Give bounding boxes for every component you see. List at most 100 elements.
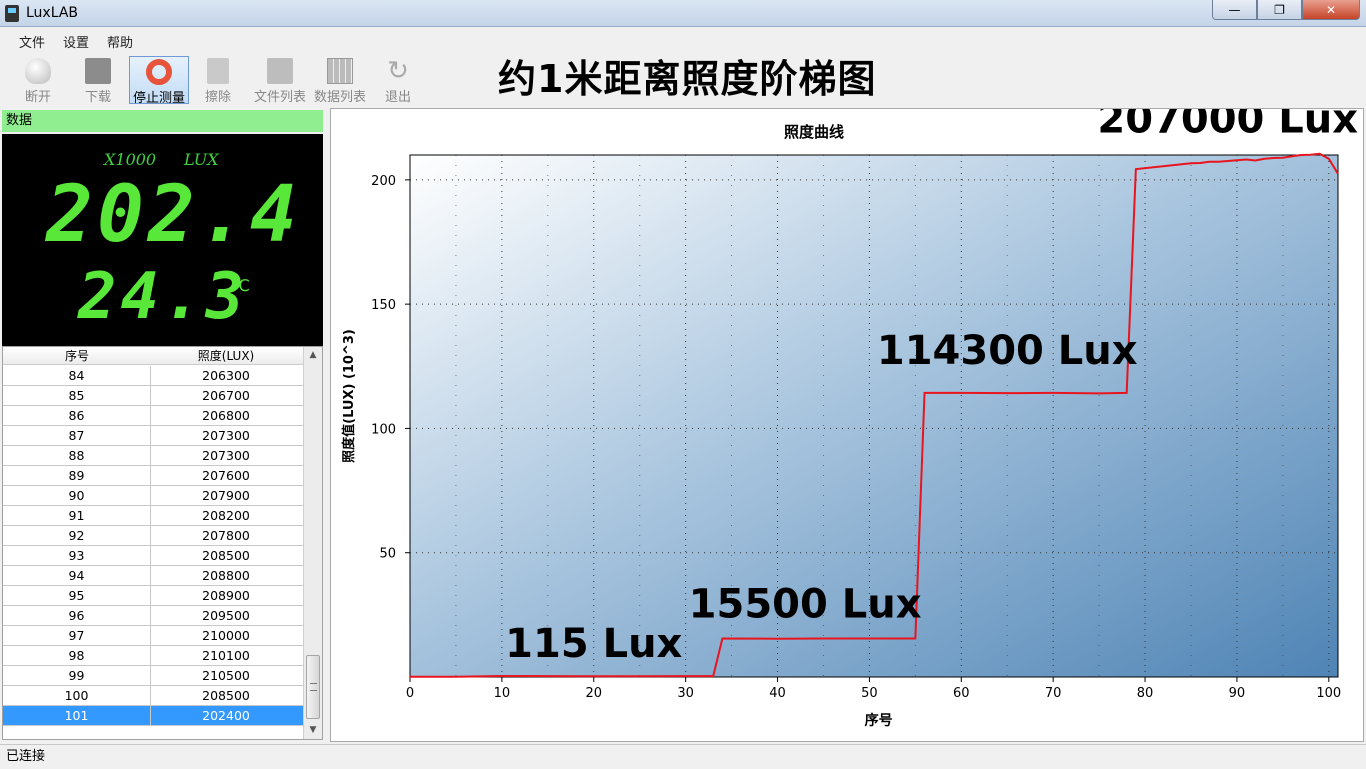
erase-label: 擦除 xyxy=(204,90,231,105)
lux-cell: 206700 xyxy=(202,388,250,403)
window-controls: — ❐ ✕ xyxy=(1212,0,1360,20)
table-row[interactable]: 98 210100 xyxy=(3,646,303,666)
data-list-button[interactable]: 数据列表 xyxy=(310,56,370,105)
lcd-unit: LUX xyxy=(184,150,219,169)
x-tick-label: 30 xyxy=(677,686,694,701)
table-row[interactable]: 101 202400 xyxy=(3,706,303,726)
table-row[interactable]: 91 208200 xyxy=(3,506,303,526)
lux-cell: 210500 xyxy=(202,668,250,683)
y-tick-label: 50 xyxy=(379,547,396,562)
lux-cell: 210000 xyxy=(202,628,250,643)
table-row[interactable]: 86 206800 xyxy=(3,406,303,426)
table-row[interactable]: 85 206700 xyxy=(3,386,303,406)
step-annotation: 15500 Lux xyxy=(689,581,922,627)
erase-button[interactable]: 擦除 xyxy=(188,56,248,105)
scroll-down-icon[interactable]: ▼ xyxy=(304,722,322,739)
chart-panel: 0 10 20 30 40 50 60 70 80 90 100 50 100 150 200 照度曲线 序… xyxy=(330,97,1364,742)
spreadsheet-icon xyxy=(327,58,353,84)
menu-help[interactable]: 帮助 xyxy=(98,32,142,51)
lux-cell: 207900 xyxy=(202,488,250,503)
disconnect-button[interactable]: 断开 xyxy=(8,56,68,105)
exit-button[interactable]: ↻ 退出 xyxy=(370,56,426,105)
step-annotation: 207000 Lux xyxy=(1097,109,1358,143)
table-row[interactable]: 97 210000 xyxy=(3,626,303,646)
lux-cell: 206800 xyxy=(202,408,250,423)
x-tick-label: 70 xyxy=(1045,686,1062,701)
table-row[interactable]: 89 207600 xyxy=(3,466,303,486)
data-panel-header: 数据 xyxy=(2,110,323,132)
lifebuoy-icon xyxy=(146,59,172,85)
index-cell: 96 xyxy=(3,606,151,625)
trash-icon xyxy=(207,58,229,84)
data-table[interactable]: 序号 照度(LUX) 84 206300 85 206700 86 206800 87 207… xyxy=(2,346,323,740)
column-header-lux[interactable]: 照度(LUX) xyxy=(151,347,301,364)
table-row[interactable]: 99 210500 xyxy=(3,666,303,686)
left-panel: 数据 X1000 LUX 202.4 24.3 ℃ 序号 照度(LUX) 84 2… xyxy=(0,108,327,742)
table-row[interactable]: 92 207800 xyxy=(3,526,303,546)
menu-file[interactable]: 文件 xyxy=(10,32,54,51)
menu-settings[interactable]: 设置 xyxy=(54,32,98,51)
lux-reading: 202.4 xyxy=(46,170,301,260)
table-row[interactable]: 93 208500 xyxy=(3,546,303,566)
table-row[interactable]: 88 207300 xyxy=(3,446,303,466)
column-header-index[interactable]: 序号 xyxy=(3,347,151,364)
index-cell: 88 xyxy=(3,446,151,465)
lcd-multiplier: X1000 xyxy=(104,150,157,169)
lux-cell: 208500 xyxy=(202,688,250,703)
file-list-button[interactable]: 文件列表 xyxy=(250,56,310,105)
stop-measure-button[interactable]: 停止测量 xyxy=(129,56,189,106)
table-row[interactable]: 100 208500 xyxy=(3,686,303,706)
index-cell: 90 xyxy=(3,486,151,505)
table-row[interactable]: 84 206300 xyxy=(3,366,303,386)
y-axis-label: 照度值(LUX) (10^3) xyxy=(341,329,357,463)
grip-icon xyxy=(310,683,317,691)
index-cell: 92 xyxy=(3,526,151,545)
scroll-thumb[interactable] xyxy=(306,655,320,719)
step-annotation: 115 Lux xyxy=(505,621,682,667)
index-cell: 86 xyxy=(3,406,151,425)
scroll-up-icon[interactable]: ▲ xyxy=(304,347,322,364)
index-cell: 87 xyxy=(3,426,151,445)
page-heading: 约1米距离照度阶梯图 xyxy=(498,57,877,101)
table-row[interactable]: 87 207300 xyxy=(3,426,303,446)
lux-cell: 208900 xyxy=(202,588,250,603)
x-tick-label: 50 xyxy=(861,686,878,701)
x-tick-label: 60 xyxy=(953,686,970,701)
lux-cell: 208800 xyxy=(202,568,250,583)
toolbar: 断开 下载 停止测量 擦除 文件列表 数据列表 ↻ 退出 约1米距离照度阶梯图 xyxy=(0,54,1366,106)
index-cell: 101 xyxy=(3,706,151,725)
lux-cell: 210100 xyxy=(202,648,250,663)
lux-cell: 207800 xyxy=(202,528,250,543)
table-scrollbar[interactable]: ▲ ▼ xyxy=(303,347,322,739)
minimize-button[interactable]: — xyxy=(1212,0,1257,20)
lux-cell: 209500 xyxy=(202,608,250,623)
index-cell: 99 xyxy=(3,666,151,685)
temperature-unit: ℃ xyxy=(232,276,250,295)
y-tick-label: 150 xyxy=(371,298,396,313)
x-tick-label: 90 xyxy=(1229,686,1246,701)
lux-cell: 208500 xyxy=(202,548,250,563)
close-button[interactable]: ✕ xyxy=(1302,0,1360,20)
table-row[interactable]: 94 208800 xyxy=(3,566,303,586)
x-tick-label: 40 xyxy=(769,686,786,701)
index-cell: 95 xyxy=(3,586,151,605)
file-list-label: 文件列表 xyxy=(253,90,306,105)
index-cell: 89 xyxy=(3,466,151,485)
stop-measure-label: 停止测量 xyxy=(132,91,185,106)
table-row[interactable]: 96 209500 xyxy=(3,606,303,626)
lux-cell: 208200 xyxy=(202,508,250,523)
index-cell: 94 xyxy=(3,566,151,585)
x-tick-label: 80 xyxy=(1137,686,1154,701)
download-button[interactable]: 下载 xyxy=(68,56,128,105)
table-row[interactable]: 95 208900 xyxy=(3,586,303,606)
x-tick-label: 20 xyxy=(585,686,602,701)
chart-title: 照度曲线 xyxy=(784,123,844,141)
y-tick-label: 100 xyxy=(371,422,396,437)
window-title: LuxLAB xyxy=(26,5,79,21)
lux-cell: 202400 xyxy=(202,708,250,723)
title-bar: LuxLAB — ❐ ✕ xyxy=(0,0,1366,27)
lcd-display: X1000 LUX 202.4 24.3 ℃ xyxy=(2,134,323,346)
table-row[interactable]: 90 207900 xyxy=(3,486,303,506)
download-label: 下载 xyxy=(84,90,111,105)
restore-button[interactable]: ❐ xyxy=(1257,0,1302,20)
